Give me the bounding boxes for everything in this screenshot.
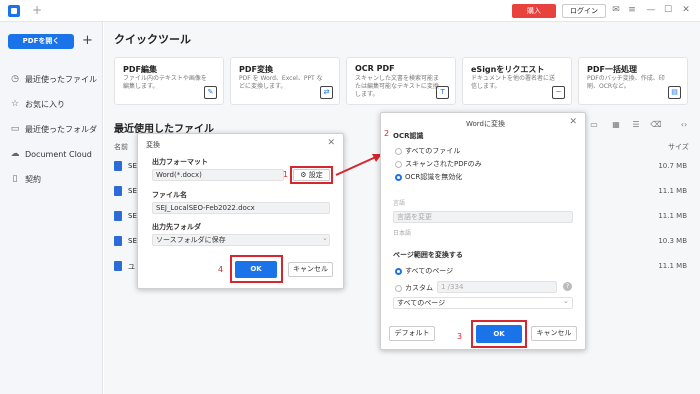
cloud-icon: ☁ (10, 149, 20, 159)
edit-icon: ✎ (204, 86, 217, 99)
sidebar-item-recent-folders[interactable]: ▭ 最近使ったフォルダ (10, 122, 102, 136)
open-pdf-button[interactable]: PDFを開く (8, 34, 74, 49)
step-2-marker: 2 (384, 129, 390, 138)
grid-view-icon[interactable]: ▦ (610, 120, 622, 131)
quick-tools-title: クイックツール (114, 33, 191, 46)
column-name: 名前 (114, 143, 128, 151)
convert-dialog-title: 変換 (146, 141, 160, 149)
pdf-file-icon (114, 261, 122, 271)
settings-button[interactable]: ⚙ 設定 (293, 169, 330, 181)
add-button[interactable]: + (82, 33, 93, 48)
radio-off-icon (395, 160, 402, 168)
red-arrow-icon (335, 154, 382, 176)
convert-icon: ⇄ (320, 86, 333, 99)
radio-off-icon (395, 147, 402, 155)
clock-icon: ◷ (11, 74, 19, 84)
page-select[interactable]: すべてのページ (393, 297, 573, 309)
login-button[interactable]: ログイン (562, 4, 606, 18)
sidebar-item-contracts[interactable]: ▯ 契約 (10, 172, 102, 186)
custom-pages-option[interactable]: カスタム (395, 283, 433, 293)
radio-off-icon (395, 284, 402, 292)
ocr-option-disable[interactable]: OCR認識を無効化 (395, 172, 462, 182)
output-format-label: 出力フォーマット (152, 158, 208, 166)
custom-pages-input[interactable]: 1 /334 (437, 281, 557, 293)
close-icon[interactable]: ✕ (327, 138, 335, 148)
close-button[interactable]: ✕ (680, 5, 692, 15)
folder-icon: ▭ (10, 124, 20, 134)
list-view-icon[interactable]: ☰ (630, 120, 642, 131)
app-logo-icon (8, 5, 20, 17)
ocr-label: OCR認識 (393, 132, 424, 140)
output-folder-select[interactable]: ソースフォルダに保存 (152, 234, 330, 246)
all-pages-option[interactable]: すべてのページ (395, 266, 453, 276)
file-name-label: ファイル名 (152, 191, 187, 199)
word-cancel-button[interactable]: キャンセル (531, 326, 577, 341)
document-icon: ▯ (12, 174, 18, 184)
step-3-marker: 3 (457, 332, 463, 341)
card-esign[interactable]: eSignをリクエスト ドキュメントを他の署名者に送信します。 ~ (462, 57, 572, 105)
sidebar-item-document-cloud[interactable]: ☁ Document Cloud (10, 147, 102, 161)
column-size: サイズ (668, 143, 689, 151)
buy-button[interactable]: 購入 (512, 4, 556, 18)
sidebar-item-recent-files[interactable]: ◷ 最近使ったファイル (10, 72, 102, 86)
message-icon[interactable]: ✉ (610, 5, 622, 15)
pdf-file-icon (114, 236, 122, 246)
batch-icon: ▤ (668, 86, 681, 99)
word-dialog-title: Wordに変換 (466, 120, 505, 128)
help-icon[interactable]: ? (563, 282, 572, 291)
card-batch[interactable]: PDF一括処理 PDFのバッチ変換、作成、印刷、OCRなど。 ▤ (578, 57, 688, 105)
chevron-down-icon: ⌄ (322, 234, 328, 242)
radio-on-icon (395, 267, 402, 275)
new-tab-button[interactable]: + (32, 3, 42, 17)
language-label: 言語 (393, 200, 406, 207)
file-name-input[interactable]: SEJ_LocalSEO-Feb2022.docx (152, 202, 330, 214)
star-icon: ☆ (10, 99, 20, 109)
search-box-icon[interactable]: ▭ (588, 120, 600, 131)
radio-on-icon (395, 173, 402, 181)
convert-cancel-button[interactable]: キャンセル (288, 262, 333, 277)
ocr-option-scanned-only[interactable]: スキャンされたPDFのみ (395, 159, 482, 169)
pdf-file-icon (114, 161, 122, 171)
default-button[interactable]: デフォルト (389, 326, 435, 341)
gear-icon: ⚙ (300, 171, 307, 179)
collapse-icon[interactable]: ‹› (678, 120, 690, 131)
ocr-option-all-files[interactable]: すべてのファイル (395, 146, 460, 156)
convert-ok-button[interactable]: OK (235, 261, 277, 278)
language-value: 日本語 (393, 230, 412, 237)
language-select[interactable]: 言語を変更 (393, 211, 573, 223)
sidebar-item-favorites[interactable]: ☆ お気に入り (10, 97, 102, 111)
step-1-marker: 1 (283, 170, 289, 179)
word-ok-button[interactable]: OK (476, 325, 522, 343)
maximize-button[interactable]: ☐ (662, 5, 674, 15)
card-pdf-edit[interactable]: PDF編集 ファイル内のテキストや画像を編集します。 ✎ (114, 57, 224, 105)
close-icon[interactable]: ✕ (569, 117, 577, 127)
pdf-file-icon (114, 211, 122, 221)
pdf-file-icon (114, 186, 122, 196)
menu-icon[interactable]: ≡ (626, 5, 638, 15)
esign-icon: ~ (552, 86, 565, 99)
ocr-icon: T (436, 86, 449, 99)
output-format-field[interactable]: Word(*.docx) (152, 169, 284, 181)
chevron-down-icon: ⌄ (563, 297, 569, 305)
output-folder-label: 出力先フォルダ (152, 223, 201, 231)
page-range-label: ページ範囲を変換する (393, 251, 463, 259)
card-pdf-convert[interactable]: PDF変換 PDF を Word、Excel、PPT などに変換します。 ⇄ (230, 57, 340, 105)
step-4-marker: 4 (218, 265, 224, 274)
delete-icon[interactable]: ⌫ (650, 120, 662, 131)
card-ocr-pdf[interactable]: OCR PDF スキャンした文書を検索可能または編集可能なテキストに変換します。 T (346, 57, 456, 105)
minimize-button[interactable]: — (645, 5, 657, 15)
